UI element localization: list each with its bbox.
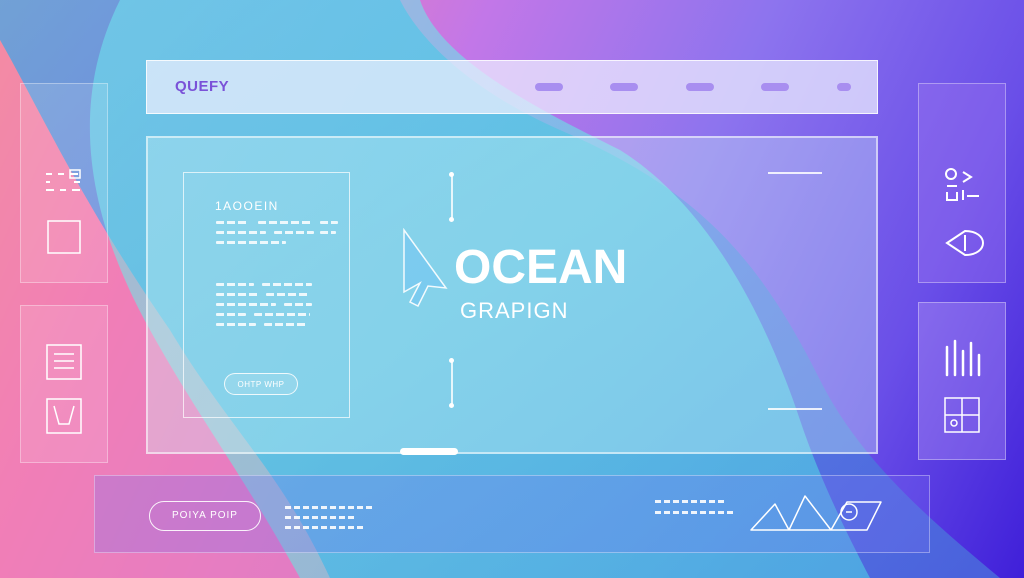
text-line: [266, 293, 310, 296]
chevron-cup-icon[interactable]: [46, 398, 82, 434]
text-line: [264, 323, 308, 326]
caption-line: [655, 500, 725, 503]
text-line: [284, 303, 312, 306]
text-line: [216, 283, 254, 286]
play-back-icon[interactable]: [943, 228, 987, 258]
accent-line: [768, 408, 822, 410]
hero-subtitle: GRAPIGN: [460, 298, 569, 323]
nav-item-1[interactable]: [535, 83, 563, 91]
divider-top: [449, 172, 454, 222]
caption-line: [285, 526, 365, 529]
equalizer-icon[interactable]: [943, 337, 983, 381]
text-line: [216, 221, 248, 224]
text-line: [262, 283, 312, 286]
user-arrow-icon[interactable]: [943, 168, 983, 208]
left-panel-bottom: [20, 305, 108, 463]
chart-line-icon: [750, 495, 882, 531]
text-line: [274, 231, 314, 234]
top-navbar: QUEFY: [146, 60, 878, 114]
square-icon[interactable]: [47, 220, 81, 254]
text-line: [216, 293, 260, 296]
divider-bottom: [449, 358, 454, 408]
text-line: [254, 313, 310, 316]
nav-item-4[interactable]: [761, 83, 789, 91]
bottom-bar: POIYA POIP: [94, 475, 930, 553]
text-line: [216, 313, 246, 316]
text-line: [320, 231, 336, 234]
left-panel-top: [20, 83, 108, 283]
cursor-icon: [403, 228, 448, 308]
list-icon[interactable]: [46, 344, 82, 380]
caption-line: [655, 511, 735, 514]
main-card: 1AOOEIN OHTP WHP OCEAN GRAPIGN: [146, 136, 878, 455]
text-line: [216, 231, 266, 234]
nav-item-5[interactable]: [837, 83, 851, 91]
text-line: [320, 221, 338, 224]
nav-item-3[interactable]: [686, 83, 714, 91]
document-action-button[interactable]: OHTP WHP: [224, 373, 298, 395]
right-panel-top: [918, 83, 1006, 283]
text-line: [216, 241, 286, 244]
caption-line: [285, 516, 355, 519]
circle-icon[interactable]: [839, 502, 859, 522]
accent-line: [768, 172, 822, 174]
caption-line: [285, 506, 375, 509]
text-line: [258, 221, 312, 224]
scroll-handle[interactable]: [400, 448, 458, 455]
hero-title: OCEAN: [454, 241, 628, 294]
right-panel-bottom: [918, 302, 1006, 460]
document-heading: 1AOOEIN: [215, 199, 279, 213]
app-logo[interactable]: QUEFY: [175, 78, 229, 95]
grid-icon[interactable]: [944, 397, 980, 433]
text-line: [216, 303, 276, 306]
document-card[interactable]: 1AOOEIN OHTP WHP: [183, 172, 350, 418]
grid-dots-icon[interactable]: [44, 168, 84, 196]
text-line: [216, 323, 256, 326]
nav-item-2[interactable]: [610, 83, 638, 91]
bottom-action-button[interactable]: POIYA POIP: [149, 501, 261, 531]
